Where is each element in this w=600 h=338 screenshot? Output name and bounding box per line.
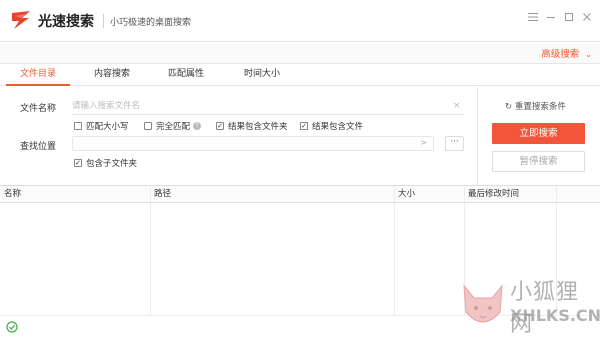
column-modified[interactable]: 最后修改时间 — [464, 186, 519, 203]
tab-match-attributes[interactable]: 匹配属性 — [154, 64, 218, 86]
refresh-icon: ↻ — [505, 102, 513, 112]
checkbox-checked-icon: ✓ — [216, 122, 224, 130]
form-divider — [477, 87, 478, 185]
chevron-right-icon[interactable]: > — [420, 138, 427, 147]
filename-input[interactable]: 请输入搜索文件名 — [72, 99, 464, 115]
column-divider — [150, 186, 151, 316]
column-name[interactable]: 名称 — [0, 186, 21, 203]
tab-bar: 文件目录 内容搜索 匹配属性 时间大小 — [0, 64, 600, 86]
fox-logo-icon — [463, 284, 503, 323]
checkbox-icon — [74, 122, 82, 130]
tab-file-directory[interactable]: 文件目录 — [6, 64, 70, 86]
title-bar: 光速搜索 小巧极速的桌面搜索 — [0, 0, 600, 42]
search-form: 文件名称 请输入搜索文件名 × 匹配大小写 完全匹配? ✓ 结果包含文件夹 ✓ 结果… — [0, 87, 600, 185]
option-exact-match[interactable]: 完全匹配? — [144, 120, 202, 132]
chevron-down-icon: ⌄ — [585, 50, 592, 59]
minimize-icon[interactable] — [544, 12, 558, 26]
option-label: 完全匹配 — [156, 122, 191, 132]
clear-icon[interactable]: × — [453, 101, 461, 111]
option-label: 包含子文件夹 — [86, 159, 138, 169]
tab-time-size[interactable]: 时间大小 — [230, 64, 294, 86]
option-include-files[interactable]: ✓ 结果包含文件 — [300, 120, 363, 132]
title-divider — [103, 14, 104, 28]
close-icon[interactable] — [580, 12, 594, 26]
watermark-url: XHLKS.CN — [510, 306, 600, 325]
column-path[interactable]: 路径 — [150, 186, 171, 203]
table-header: 名称 路径 大小 最后修改时间 — [0, 186, 600, 203]
option-include-folders[interactable]: ✓ 结果包含文件夹 — [216, 120, 288, 132]
option-label: 结果包含文件夹 — [228, 122, 288, 132]
app-title: 光速搜索 — [38, 14, 94, 30]
option-include-subfolders[interactable]: ✓ 包含子文件夹 — [74, 157, 137, 169]
checkbox-checked-icon: ✓ — [300, 122, 308, 130]
check-circle-icon — [6, 321, 18, 333]
checkbox-icon — [144, 122, 152, 130]
app-logo-icon — [12, 11, 30, 29]
maximize-icon[interactable] — [562, 12, 576, 26]
advanced-bar: 高级搜索 ⌄ — [0, 43, 600, 64]
location-input[interactable]: > — [72, 136, 434, 151]
app-subtitle: 小巧极速的桌面搜索 — [110, 18, 192, 28]
reset-button[interactable]: ↻ 重置搜索条件 — [505, 100, 566, 112]
menu-icon[interactable] — [526, 12, 540, 26]
filename-label: 文件名称 — [20, 104, 57, 114]
pause-button[interactable]: 暂停搜索 — [492, 151, 585, 172]
help-icon[interactable]: ? — [193, 122, 202, 130]
advanced-search-button[interactable]: 高级搜索 ⌄ — [541, 46, 592, 61]
option-label: 匹配大小写 — [86, 122, 129, 132]
search-button[interactable]: 立即搜索 — [492, 123, 585, 144]
browse-button[interactable]: ··· — [445, 136, 464, 151]
option-match-case[interactable]: 匹配大小写 — [74, 120, 129, 132]
column-size[interactable]: 大小 — [394, 186, 415, 203]
reset-label: 重置搜索条件 — [514, 102, 566, 112]
column-divider — [394, 186, 395, 316]
tab-content-search[interactable]: 内容搜索 — [80, 64, 144, 86]
option-label: 结果包含文件 — [312, 122, 364, 132]
advanced-search-label: 高级搜索 — [541, 49, 580, 60]
watermark: 小狐狸网 XHLKS.CN — [458, 270, 600, 338]
checkbox-checked-icon: ✓ — [74, 159, 82, 167]
location-label: 查找位置 — [20, 142, 57, 152]
